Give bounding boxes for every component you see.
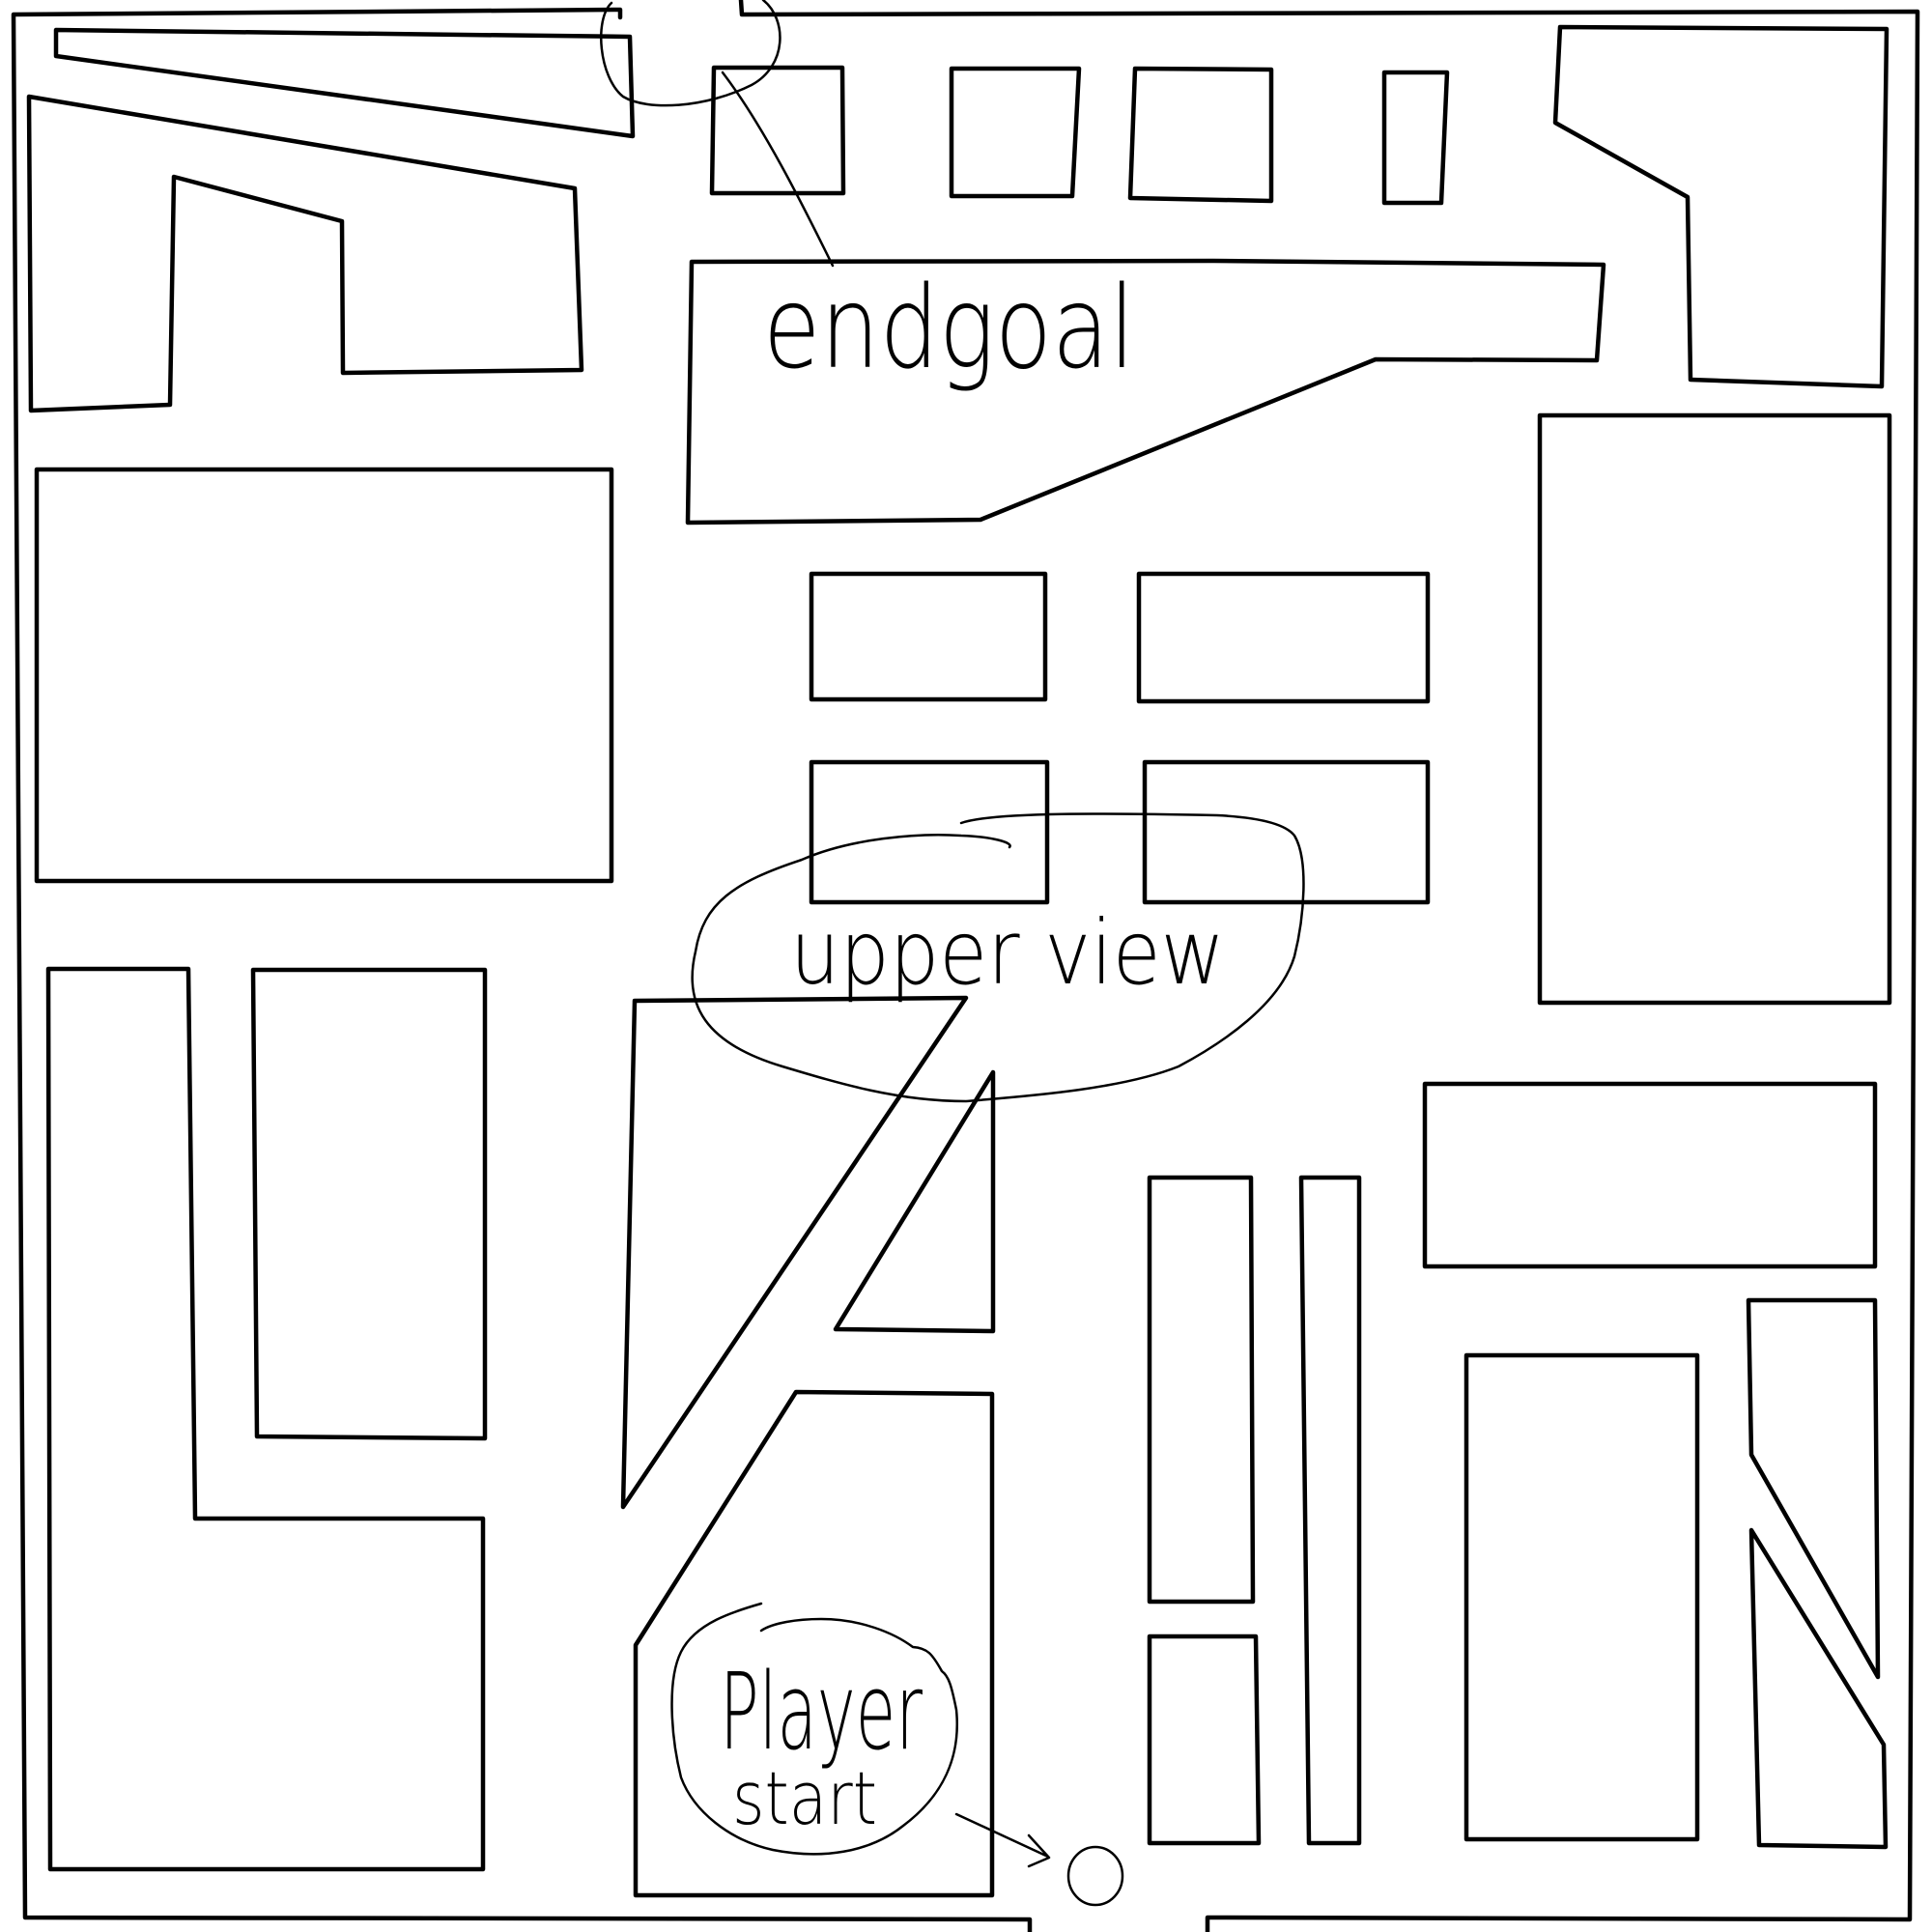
building-top-block-3 (1127, 66, 1274, 204)
endgoal-pointer-line (721, 71, 835, 268)
building-narrow-3 (1147, 1634, 1262, 1846)
building-triangle-left (620, 995, 969, 1510)
building-center-2 (1136, 571, 1431, 704)
player-spawn-point (1066, 1845, 1124, 1907)
upper-view-label: upper view (790, 901, 1225, 1005)
level-map-sketch: endgoal upper view Player start (11, 0, 1920, 1932)
building-narrow-1 (1147, 1175, 1256, 1605)
building-center-1 (809, 571, 1048, 702)
building-center-4 (1142, 759, 1431, 905)
building-triangle-right (833, 1069, 996, 1334)
player-start-arrow (954, 1812, 1051, 1868)
building-top-right-corner (1552, 24, 1889, 389)
building-lower-left-l (45, 966, 486, 1872)
building-right-wedge-upper (1746, 1297, 1881, 1680)
building-center-3 (809, 759, 1050, 905)
building-narrow-2 (1298, 1175, 1362, 1846)
building-top-block-2 (949, 66, 1082, 199)
building-left-large (34, 467, 614, 884)
building-right-wedge-lower (1748, 1527, 1889, 1850)
endgoal-label: endgoal (763, 261, 1135, 394)
building-top-left-notched (26, 94, 584, 413)
building-top-left-sliver (53, 27, 636, 139)
building-top-block-4 (1381, 70, 1450, 206)
building-right-large (1537, 412, 1892, 1006)
building-lower-left-block (250, 967, 488, 1441)
building-right-lower (1463, 1352, 1700, 1842)
building-right-mid (1422, 1081, 1878, 1269)
start-label: start (732, 1755, 877, 1841)
